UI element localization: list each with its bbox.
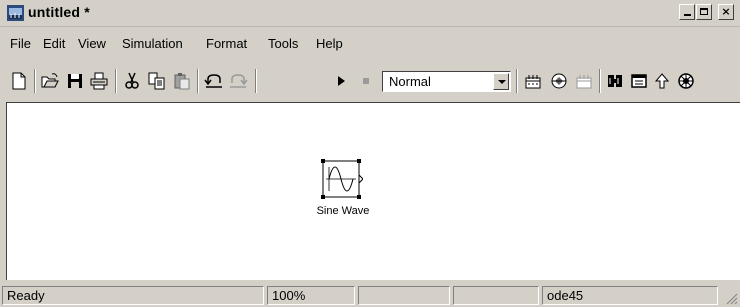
model-explorer-button[interactable] [629,71,649,91]
save-icon [68,74,82,88]
debugger-icon [678,73,694,89]
new-model-button[interactable] [9,71,29,91]
sine-wave-block-label[interactable]: Sine Wave [303,205,383,217]
stop-simulation-icon [363,78,369,84]
model-canvas[interactable]: Sine Wave [6,102,740,280]
menu-view[interactable]: View [78,36,106,51]
minimize-button[interactable] [679,4,695,20]
toolbar-separator [516,69,518,93]
toolbar: Normal [0,63,740,97]
sine-wave-icon [321,159,363,199]
menu-tools[interactable]: Tools [268,36,298,51]
menu-bar: File Edit View Simulation Format Tools H… [0,36,740,56]
build-button[interactable] [523,71,543,91]
start-simulation-button[interactable] [331,71,351,91]
copy-icon [148,72,165,90]
update-diagram-icon [551,73,567,89]
build-icon [525,75,541,89]
paste-icon [174,73,190,90]
open-button[interactable] [40,71,60,91]
simulink-window: untitled * × File Edit View Simulation F… [0,0,740,307]
update-diagram-button[interactable] [549,71,569,91]
menu-simulation[interactable]: Simulation [122,36,183,51]
close-button[interactable]: × [718,4,734,20]
library-browser-button[interactable] [605,71,625,91]
toolbar-separator [197,69,199,93]
maximize-button[interactable] [696,4,712,20]
go-to-parent-button[interactable] [652,71,672,91]
sine-wave-block[interactable] [321,159,363,199]
new-model-icon [12,72,26,90]
status-cell-4 [453,286,539,305]
status-bar: Ready 100% ode45 [0,283,740,307]
minimize-icon [683,14,691,16]
menu-help[interactable]: Help [316,36,343,51]
redo-button[interactable] [228,71,248,91]
model-explorer-icon [631,74,647,88]
zoom-level: 100% [267,286,355,305]
window-title: untitled * [28,4,90,20]
start-simulation-icon [338,76,345,86]
status-text: Ready [2,286,264,305]
stop-simulation-button[interactable] [356,71,376,91]
simulink-app-icon[interactable] [7,5,24,21]
undo-icon [204,74,222,88]
status-cell-3 [358,286,450,305]
toolbar-separator [115,69,117,93]
print-icon [90,72,108,90]
solver-name: ode45 [542,286,718,305]
menu-edit[interactable]: Edit [43,36,65,51]
toolbar-separator [255,69,257,93]
cut-button[interactable] [122,71,142,91]
build-subsystem-button[interactable] [574,71,594,91]
build-subsystem-icon [576,75,592,89]
title-bar[interactable]: untitled * × [0,0,740,27]
redo-icon [230,74,248,88]
undo-button[interactable] [204,71,224,91]
cut-icon [125,72,139,89]
toolbar-separator [599,69,601,93]
simulation-mode-select[interactable]: Normal [382,71,511,92]
copy-button[interactable] [147,71,167,91]
save-button[interactable] [65,71,85,91]
dropdown-arrow-button[interactable] [493,73,509,90]
open-icon [41,73,59,88]
resize-grip-icon[interactable] [726,293,738,305]
maximize-icon [700,8,708,15]
menu-format[interactable]: Format [206,36,247,51]
debugger-button[interactable] [676,71,696,91]
print-button[interactable] [89,71,109,91]
simulation-mode-value: Normal [389,74,431,89]
close-icon: × [721,5,731,18]
menu-file[interactable]: File [10,36,31,51]
paste-button[interactable] [172,71,192,91]
library-browser-icon [608,75,622,87]
go-to-parent-icon [654,73,670,89]
toolbar-separator [34,69,36,93]
chevron-down-icon [498,80,506,84]
